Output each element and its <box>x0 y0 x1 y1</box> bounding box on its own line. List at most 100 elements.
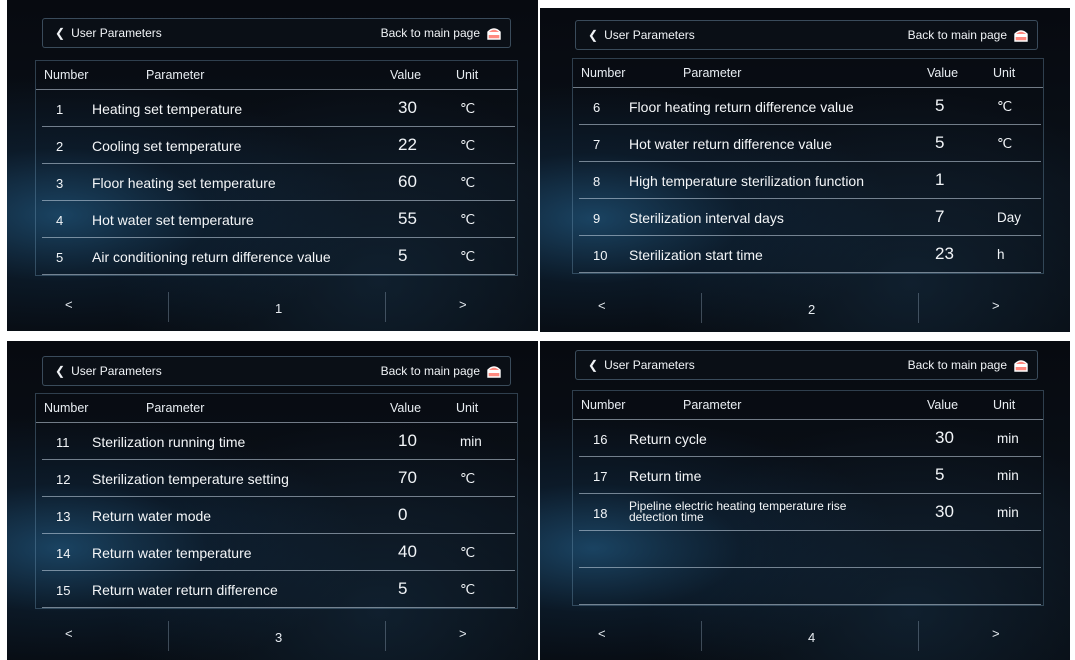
back-button[interactable]: ❮ User Parameters <box>576 21 695 49</box>
next-page-button[interactable]: > <box>992 626 1000 641</box>
home-icon <box>1014 360 1028 372</box>
screen-title: User Parameters <box>71 364 162 378</box>
row-value[interactable]: 30 <box>935 502 954 522</box>
back-button[interactable]: ❮ User Parameters <box>43 19 162 47</box>
row-value[interactable]: 60 <box>398 172 417 192</box>
row-value[interactable]: 23 <box>935 244 954 264</box>
row-value[interactable]: 30 <box>935 428 954 448</box>
next-page-button[interactable]: > <box>992 298 1000 313</box>
prev-page-button[interactable]: < <box>65 297 73 312</box>
header-parameter: Parameter <box>683 66 742 80</box>
page-number: 4 <box>808 630 816 645</box>
table-row[interactable]: 10 Sterilization start time 23 h <box>579 236 1041 273</box>
table-row[interactable]: 4 Hot water set temperature 55 ℃ <box>42 201 515 238</box>
pager: < 4 > <box>568 618 1050 652</box>
top-bar: ❮ User Parameters Back to main page <box>42 356 511 386</box>
row-parameter: Hot water return difference value <box>629 136 832 152</box>
row-value[interactable]: 55 <box>398 209 417 229</box>
back-to-main-button[interactable]: Back to main page <box>381 19 502 47</box>
table-row[interactable]: 13 Return water mode 0 <box>42 497 515 534</box>
back-to-main-button[interactable]: Back to main page <box>908 21 1029 49</box>
row-number: 1 <box>56 102 64 117</box>
prev-page-button[interactable]: < <box>598 298 606 313</box>
top-bar: ❮ User Parameters Back to main page <box>575 20 1038 50</box>
header-value: Value <box>927 398 959 412</box>
table-row[interactable]: 7 Hot water return difference value 5 ℃ <box>579 125 1041 162</box>
table-row[interactable]: 1 Heating set temperature 30 ℃ <box>42 90 515 127</box>
table-row[interactable]: 17 Return time 5 min <box>579 457 1041 494</box>
row-value[interactable]: 10 <box>398 431 417 451</box>
next-page-button[interactable]: > <box>459 626 467 641</box>
screen-title: User Parameters <box>604 358 695 372</box>
pager-divider <box>918 621 919 651</box>
row-number: 3 <box>56 176 64 191</box>
row-value[interactable]: 30 <box>398 98 417 118</box>
row-unit: min <box>997 431 1019 446</box>
back-to-main-button[interactable]: Back to main page <box>381 357 502 385</box>
table-row[interactable]: 16 Return cycle 30 min <box>579 420 1041 457</box>
table-row[interactable]: 2 Cooling set temperature 22 ℃ <box>42 127 515 164</box>
table-row[interactable]: 11 Sterilization running time 10 min <box>42 423 515 460</box>
back-to-main-label: Back to main page <box>907 28 1007 42</box>
row-parameter: Heating set temperature <box>92 101 243 117</box>
row-unit: ℃ <box>460 138 476 153</box>
prev-page-button[interactable]: < <box>65 626 73 641</box>
pager-divider <box>918 293 919 323</box>
back-button[interactable]: ❮ User Parameters <box>43 357 162 385</box>
row-parameter: High temperature sterilization function <box>629 173 865 189</box>
row-value[interactable]: 0 <box>398 505 407 525</box>
row-number: 18 <box>593 506 608 521</box>
row-value[interactable]: 22 <box>398 135 417 155</box>
header-parameter: Parameter <box>146 401 205 415</box>
table-row[interactable]: 9 Sterilization interval days 7 Day <box>579 199 1041 236</box>
home-icon <box>487 28 501 40</box>
row-parameter: Floor heating set temperature <box>92 175 276 191</box>
table-row[interactable]: 15 Return water return difference 5 ℃ <box>42 571 515 608</box>
row-unit: ℃ <box>997 99 1013 114</box>
row-number: 9 <box>593 211 601 226</box>
chevron-left-icon: ❮ <box>55 364 66 378</box>
header-number: Number <box>581 66 626 80</box>
top-bar: ❮ User Parameters Back to main page <box>42 18 511 48</box>
table-row[interactable]: 12 Sterilization temperature setting 70 … <box>42 460 515 497</box>
table-row[interactable]: 5 Air conditioning return difference val… <box>42 238 515 275</box>
back-button[interactable]: ❮ User Parameters <box>576 351 695 379</box>
back-to-main-button[interactable]: Back to main page <box>908 351 1029 379</box>
prev-page-button[interactable]: < <box>598 626 606 641</box>
row-value[interactable]: 5 <box>398 246 407 266</box>
row-value[interactable]: 1 <box>935 170 944 190</box>
chevron-left-icon: ❮ <box>588 358 599 372</box>
row-value[interactable]: 5 <box>935 133 944 153</box>
row-number: 16 <box>593 432 608 447</box>
row-value[interactable]: 7 <box>935 207 944 227</box>
row-number: 6 <box>593 100 601 115</box>
row-unit: ℃ <box>460 582 476 597</box>
next-page-button[interactable]: > <box>459 297 467 312</box>
row-value[interactable]: 70 <box>398 468 417 488</box>
pager: < 3 > <box>35 618 518 652</box>
table-row[interactable]: 6 Floor heating return difference value … <box>579 88 1041 125</box>
table-row[interactable]: 18 Pipeline electric heating temperature… <box>579 494 1041 531</box>
row-unit: min <box>997 505 1019 520</box>
pager-divider <box>385 292 386 322</box>
chevron-left-icon: ❮ <box>55 26 66 40</box>
row-unit: ℃ <box>460 175 476 190</box>
parameter-table: Number Parameter Value Unit 1 Heating se… <box>35 60 518 276</box>
row-value[interactable]: 5 <box>398 579 407 599</box>
row-value[interactable]: 5 <box>935 96 944 116</box>
table-row[interactable]: 8 High temperature sterilization functio… <box>579 162 1041 199</box>
pager: < 2 > <box>568 290 1050 324</box>
row-unit: min <box>997 468 1019 483</box>
table-row[interactable]: 14 Return water temperature 40 ℃ <box>42 534 515 571</box>
row-unit: ℃ <box>460 471 476 486</box>
screen-title: User Parameters <box>604 28 695 42</box>
screen-page-4: ❮ User Parameters Back to main page Numb… <box>540 341 1070 660</box>
table-row-empty <box>579 568 1041 605</box>
row-value[interactable]: 40 <box>398 542 417 562</box>
table-row[interactable]: 3 Floor heating set temperature 60 ℃ <box>42 164 515 201</box>
row-value[interactable]: 5 <box>935 465 944 485</box>
row-parameter: Sterilization temperature setting <box>92 471 289 487</box>
row-parameter: Return water temperature <box>92 545 252 561</box>
header-value: Value <box>390 401 422 415</box>
header-unit: Unit <box>993 66 1016 80</box>
